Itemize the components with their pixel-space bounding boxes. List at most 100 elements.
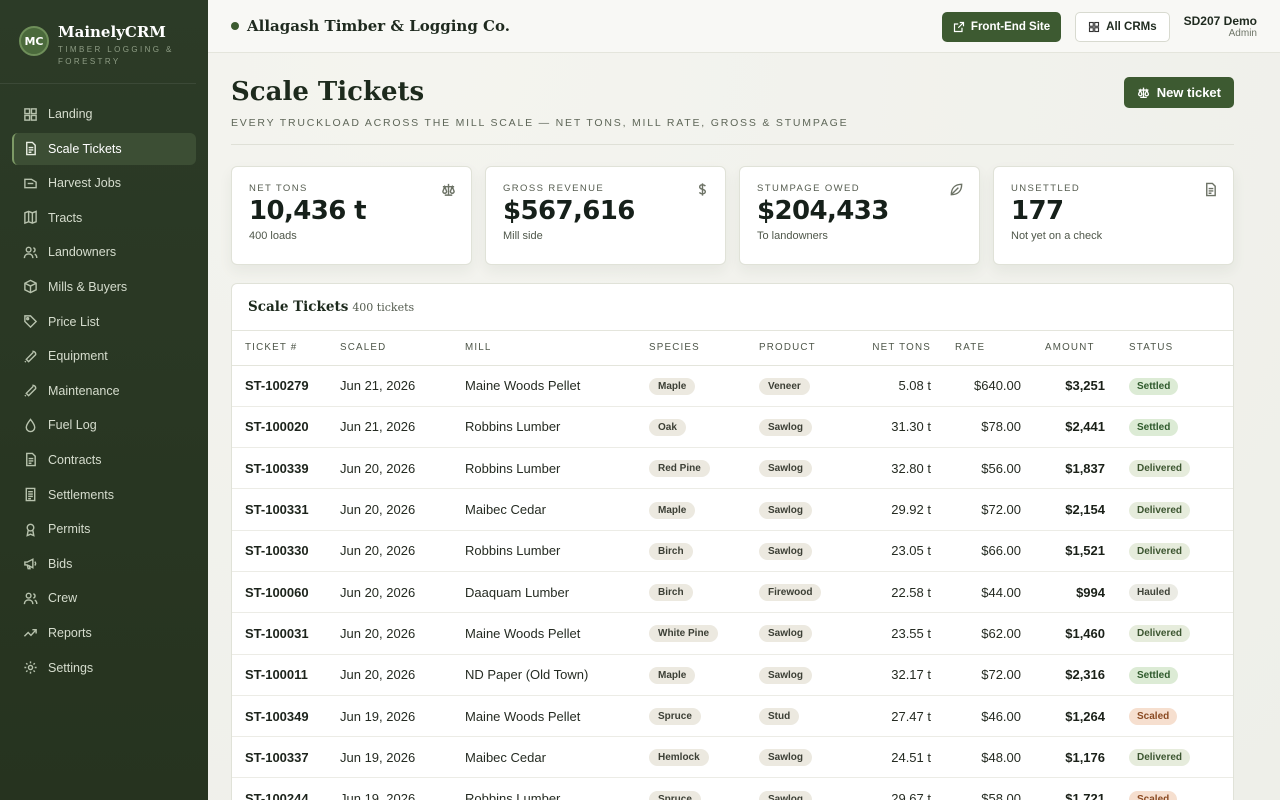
mill-name: Maibec Cedar bbox=[465, 488, 649, 531]
sidebar-item-permits[interactable]: Permits bbox=[12, 513, 196, 545]
ticket-number[interactable]: ST-100031 bbox=[232, 612, 340, 655]
sidebar-item-label: Permits bbox=[48, 522, 91, 537]
table-row[interactable]: ST-100331 Jun 20, 2026 Maibec Cedar Maple Sa… bbox=[232, 488, 1233, 531]
sidebar-item-settings[interactable]: Settings bbox=[12, 652, 196, 684]
package-icon bbox=[24, 280, 37, 294]
column-header-species[interactable]: SPECIES bbox=[649, 331, 759, 366]
amount: $1,176 bbox=[1021, 736, 1105, 779]
column-header-mill[interactable]: MILL bbox=[465, 331, 649, 366]
sidebar-item-tracts[interactable]: Tracts bbox=[12, 202, 196, 234]
ticket-number[interactable]: ST-100331 bbox=[232, 488, 340, 531]
sidebar-item-landing[interactable]: Landing bbox=[12, 98, 196, 130]
all-crms-button[interactable]: All CRMs bbox=[1075, 11, 1170, 42]
amount: $2,154 bbox=[1021, 488, 1105, 531]
sidebar-item-bids[interactable]: Bids bbox=[12, 548, 196, 580]
status-badge: Delivered bbox=[1129, 542, 1191, 560]
sidebar-item-label: Scale Tickets bbox=[48, 141, 122, 156]
product-cell: Veneer bbox=[759, 365, 859, 407]
sidebar-item-contracts[interactable]: Contracts bbox=[12, 444, 196, 476]
ticket-number[interactable]: ST-100330 bbox=[232, 530, 340, 572]
column-header-product[interactable]: PRODUCT bbox=[759, 331, 859, 366]
status-badge: Delivered bbox=[1129, 460, 1191, 478]
status-cell: Settled bbox=[1105, 654, 1233, 696]
stat-card-stumpage-owed: STUMPAGE OWED $204,433 To landowners bbox=[739, 166, 980, 265]
stat-note: Mill side bbox=[503, 230, 543, 242]
ticket-number[interactable]: ST-100337 bbox=[232, 736, 340, 779]
sidebar-item-harvest-jobs[interactable]: Harvest Jobs bbox=[12, 167, 196, 199]
page-header: Scale Tickets EVERY TRUCKLOAD ACROSS THE… bbox=[231, 77, 1234, 145]
sidebar-item-scale-tickets[interactable]: Scale Tickets bbox=[12, 132, 196, 165]
table-row[interactable]: ST-100349 Jun 19, 2026 Maine Woods Pellet S… bbox=[232, 695, 1233, 738]
sidebar-item-label: Harvest Jobs bbox=[48, 176, 121, 191]
species-cell: Red Pine bbox=[649, 447, 759, 490]
table-row[interactable]: ST-100060 Jun 20, 2026 Daaquam Lumber Birch… bbox=[232, 571, 1233, 614]
page-subtitle: EVERY TRUCKLOAD ACROSS THE MILL SCALE — … bbox=[231, 117, 849, 129]
sidebar-item-mills-and-buyers[interactable]: Mills & Buyers bbox=[12, 271, 196, 303]
column-header-amount[interactable]: AMOUNT bbox=[1021, 331, 1105, 366]
status-cell: Hauled bbox=[1105, 571, 1233, 614]
sidebar-item-maintenance[interactable]: Maintenance bbox=[12, 375, 196, 407]
tag-icon bbox=[24, 315, 38, 329]
product-badge: Sawlog bbox=[759, 542, 813, 560]
rate: $66.00 bbox=[931, 530, 1021, 572]
ticket-number[interactable]: ST-100011 bbox=[232, 654, 340, 696]
sidebar-item-settlements[interactable]: Settlements bbox=[12, 479, 196, 511]
ticket-number[interactable]: ST-100060 bbox=[232, 571, 340, 614]
table-row[interactable]: ST-100031 Jun 20, 2026 Maine Woods Pellet W… bbox=[232, 612, 1233, 655]
ticket-number[interactable]: ST-100020 bbox=[232, 406, 340, 449]
scaled-date: Jun 20, 2026 bbox=[340, 530, 465, 572]
brand[interactable]: MC MainelyCRM TIMBER LOGGING & FORESTRY bbox=[0, 0, 196, 84]
table-row[interactable]: ST-100337 Jun 19, 2026 Maibec Cedar Hemlock… bbox=[232, 736, 1233, 779]
gear-icon bbox=[24, 661, 37, 674]
sidebar-item-equipment[interactable]: Equipment bbox=[12, 340, 196, 372]
amount: $994 bbox=[1021, 571, 1105, 614]
table-row[interactable]: ST-100330 Jun 20, 2026 Robbins Lumber Birch… bbox=[232, 530, 1233, 572]
table-row[interactable]: ST-100339 Jun 20, 2026 Robbins Lumber Red P… bbox=[232, 447, 1233, 490]
sidebar-item-crew[interactable]: Crew bbox=[12, 582, 196, 614]
product-badge: Sawlog bbox=[759, 790, 813, 800]
sidebar-item-label: Price List bbox=[48, 314, 100, 329]
table-row[interactable]: ST-100020 Jun 21, 2026 Robbins Lumber Oak Sa… bbox=[232, 406, 1233, 449]
status-dot bbox=[231, 22, 239, 30]
truck-icon bbox=[24, 178, 37, 189]
table-row[interactable]: ST-100244 Jun 19, 2026 Robbins Lumber Spruc… bbox=[232, 777, 1233, 800]
status-cell: Delivered bbox=[1105, 447, 1233, 490]
species-cell: Birch bbox=[649, 530, 759, 572]
sidebar-item-fuel-log[interactable]: Fuel Log bbox=[12, 409, 196, 441]
sidebar-item-label: Equipment bbox=[48, 349, 108, 364]
mill-name: Robbins Lumber bbox=[465, 406, 649, 449]
front-end-site-button[interactable]: Front-End Site bbox=[941, 11, 1062, 42]
sidebar-item-landowners[interactable]: Landowners bbox=[12, 236, 196, 268]
species-badge: Hemlock bbox=[649, 749, 709, 767]
table-row[interactable]: ST-100279 Jun 21, 2026 Maine Woods Pellet M… bbox=[232, 365, 1233, 407]
net-tons: 27.47 t bbox=[859, 695, 931, 738]
column-header-status[interactable]: STATUS bbox=[1105, 331, 1233, 366]
stat-card-unsettled: UNSETTLED 177 Not yet on a check bbox=[993, 166, 1234, 265]
table-row[interactable]: ST-100011 Jun 20, 2026 ND Paper (Old Town)… bbox=[232, 654, 1233, 696]
ticket-number[interactable]: ST-100279 bbox=[232, 365, 340, 407]
user-menu[interactable]: SD207 Demo Admin bbox=[1184, 14, 1257, 39]
new-ticket-button[interactable]: New ticket bbox=[1123, 77, 1234, 108]
column-header-rate[interactable]: RATE bbox=[931, 331, 1021, 366]
mill-name: Maibec Cedar bbox=[465, 736, 649, 779]
product-cell: Sawlog bbox=[759, 406, 859, 449]
ticket-number[interactable]: ST-100339 bbox=[232, 447, 340, 490]
column-header-ticket[interactable]: TICKET # bbox=[232, 331, 340, 366]
sidebar-item-label: Contracts bbox=[48, 452, 102, 467]
column-header-net-tons[interactable]: NET TONS bbox=[859, 331, 931, 366]
product-badge: Sawlog bbox=[759, 501, 813, 519]
status-cell: Scaled bbox=[1105, 695, 1233, 738]
species-cell: Spruce bbox=[649, 777, 759, 800]
award-icon bbox=[26, 523, 35, 537]
sidebar-item-price-list[interactable]: Price List bbox=[12, 306, 196, 338]
scaled-date: Jun 20, 2026 bbox=[340, 612, 465, 655]
product-cell: Sawlog bbox=[759, 777, 859, 800]
wrench-icon bbox=[24, 350, 37, 363]
stat-value: $204,433 bbox=[757, 196, 889, 226]
column-header-scaled[interactable]: SCALED bbox=[340, 331, 465, 366]
sidebar-item-reports[interactable]: Reports bbox=[12, 617, 196, 649]
ticket-number[interactable]: ST-100349 bbox=[232, 695, 340, 738]
ticket-number[interactable]: ST-100244 bbox=[232, 777, 340, 800]
brand-tagline: TIMBER LOGGING & FORESTRY bbox=[58, 45, 174, 66]
amount: $1,264 bbox=[1021, 695, 1105, 738]
